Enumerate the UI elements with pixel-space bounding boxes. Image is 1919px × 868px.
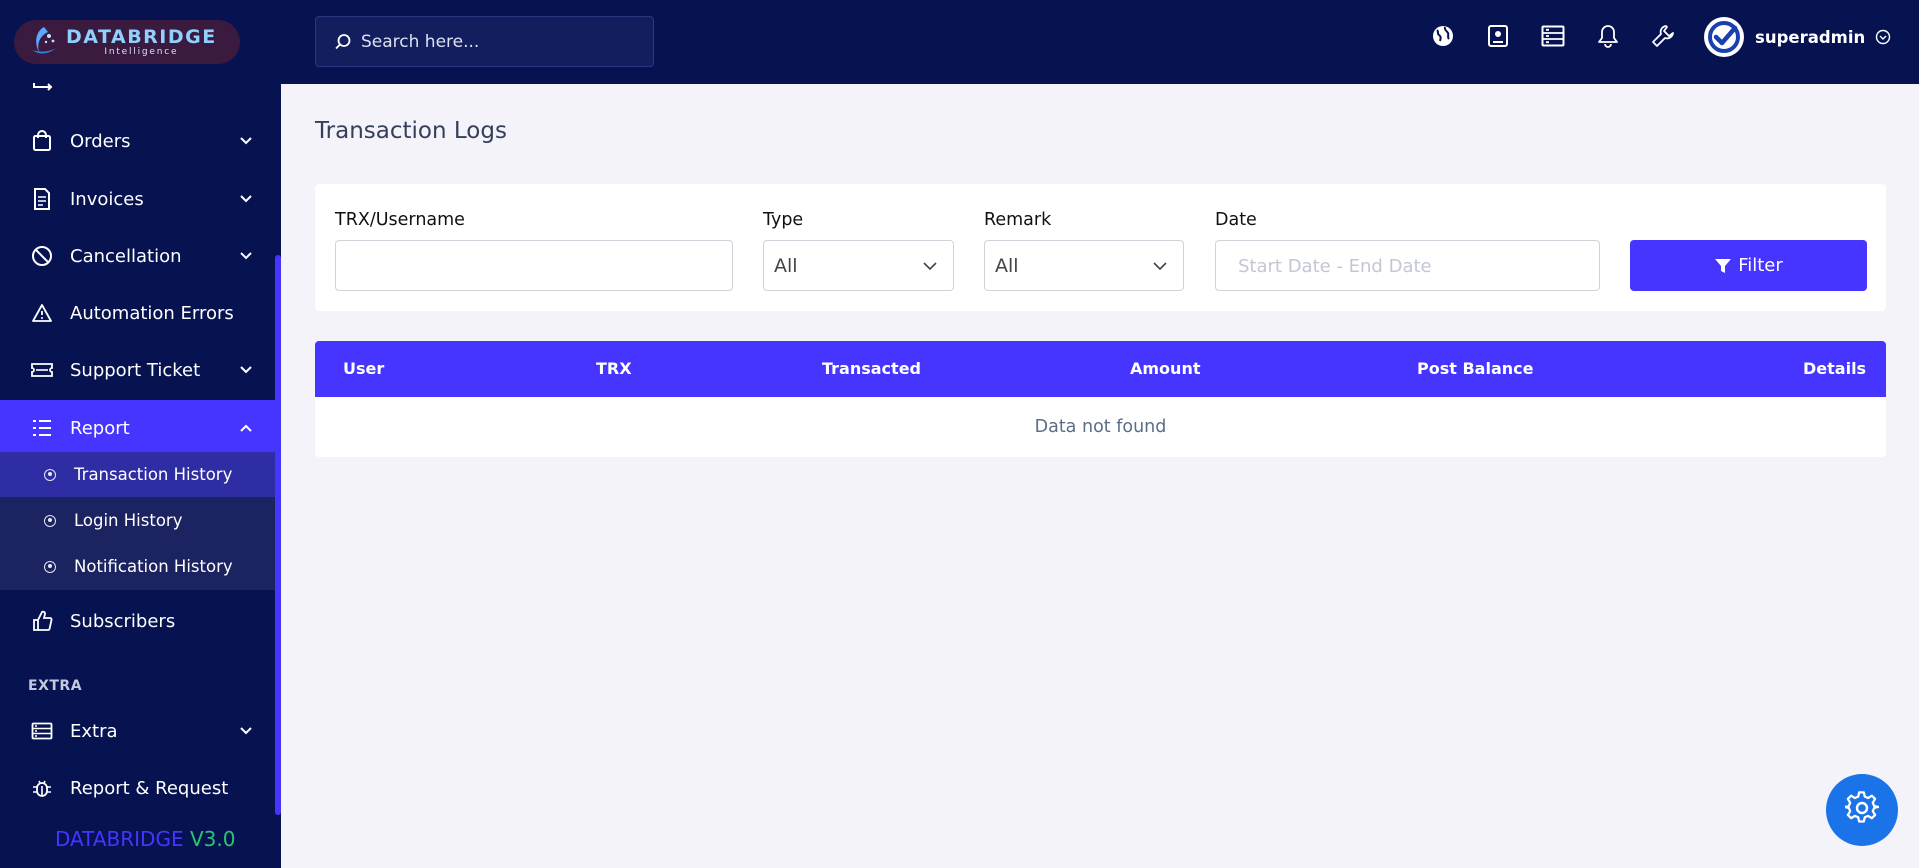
username: superadmin [1755, 27, 1866, 47]
sidebar-scrollbar[interactable] [275, 255, 281, 815]
remark-select-value: All [995, 254, 1019, 277]
remark-label: Remark [984, 210, 1052, 230]
date-range-input[interactable]: Start Date - End Date [1215, 240, 1600, 291]
search-box[interactable] [315, 16, 654, 67]
sidebar-item-orders[interactable]: Orders [0, 113, 275, 169]
sidebar-item-label: Automation Errors [70, 302, 234, 324]
shopping-bag-icon [30, 129, 54, 153]
date-label: Date [1215, 210, 1257, 230]
thumbs-up-icon [30, 609, 54, 633]
chevron-down-icon [238, 133, 254, 149]
ticket-icon [30, 358, 54, 382]
search-icon [334, 33, 352, 51]
warning-icon [30, 301, 54, 325]
chevron-down-icon [238, 362, 254, 378]
search-input[interactable] [361, 26, 631, 57]
sidebar-subitem-login-history[interactable]: Login History [0, 498, 275, 543]
remark-select[interactable]: All [984, 240, 1184, 291]
report-submenu: Transaction History Login History Notifi… [0, 452, 275, 590]
sidebar-item-label: Orders [70, 130, 131, 152]
settings-fab[interactable] [1826, 774, 1898, 846]
sidebar-subitem-notification-history[interactable]: Notification History [0, 544, 275, 589]
bug-icon [30, 776, 54, 800]
type-select[interactable]: All [763, 240, 954, 291]
trx-label: TRX/Username [335, 210, 465, 230]
sidebar-item-label: Subscribers [70, 610, 176, 632]
filter-button[interactable]: Filter [1630, 240, 1867, 291]
sidebar-item-label: Support Ticket [70, 359, 201, 381]
chevron-down-icon [238, 723, 254, 739]
sidebar-item-report[interactable]: Report [0, 400, 275, 456]
sidebar-item-label: Extra [70, 720, 118, 742]
column-header-amount: Amount [1130, 359, 1201, 378]
sidebar-item-report-request[interactable]: Report & Request [0, 760, 275, 816]
table-header: User TRX Transacted Amount Post Balance … [315, 341, 1886, 397]
wrench-icon[interactable] [1649, 22, 1677, 50]
column-header-user: User [343, 359, 385, 378]
avatar [1704, 17, 1744, 57]
chevron-down-icon [238, 191, 254, 207]
column-header-post-balance: Post Balance [1417, 359, 1534, 378]
circle-dot-icon [44, 514, 56, 527]
column-header-transacted: Transacted [822, 359, 921, 378]
page-title: Transaction Logs [315, 118, 507, 144]
funnel-icon [1714, 257, 1732, 275]
sidebar-section-title: EXTRA [28, 678, 83, 694]
brand-name: DATABRIDGE [66, 25, 217, 48]
truncated-nav-icon [30, 80, 58, 94]
chevron-down-circle-icon [1875, 29, 1891, 45]
sidebar-subitem-label: Login History [74, 511, 183, 530]
circle-dot-icon [44, 560, 56, 573]
sidebar-item-invoices[interactable]: Invoices [0, 171, 275, 227]
chevron-down-icon [1151, 257, 1169, 275]
type-label: Type [763, 210, 804, 230]
chevron-down-icon [921, 257, 939, 275]
transactions-table: User TRX Transacted Amount Post Balance … [315, 341, 1886, 457]
column-header-trx: TRX [596, 359, 632, 378]
filter-card: TRX/Username Type All Remark All Date St… [315, 184, 1886, 311]
logo-icon [26, 24, 62, 60]
sidebar-item-extra[interactable]: Extra [0, 703, 275, 759]
sidebar: DATABRIDGE Intelligence Orders Invoices … [0, 0, 281, 868]
version-label: DATABRIDGE V3.0 [55, 827, 235, 851]
date-range-placeholder: Start Date - End Date [1238, 256, 1432, 277]
server-icon[interactable] [1539, 22, 1567, 50]
sidebar-item-label: Report & Request [70, 777, 229, 799]
brand-tagline: Intelligence [104, 46, 179, 57]
brand-logo[interactable]: DATABRIDGE Intelligence [14, 20, 240, 64]
version-brand: DATABRIDGE [55, 827, 184, 851]
gear-icon [1843, 791, 1880, 829]
list-icon [30, 416, 54, 440]
empty-state-text: Data not found [1034, 417, 1167, 437]
column-header-details: Details [1803, 359, 1867, 378]
sidebar-subitem-label: Transaction History [74, 465, 233, 484]
sidebar-subitem-transaction-history[interactable]: Transaction History [0, 452, 275, 497]
sidebar-item-support-ticket[interactable]: Support Ticket [0, 342, 275, 398]
sidebar-subitem-label: Notification History [74, 557, 233, 576]
sidebar-item-automation-errors[interactable]: Automation Errors [0, 285, 275, 341]
chevron-down-icon [238, 248, 254, 264]
invoice-icon [30, 187, 54, 211]
sidebar-item-label: Cancellation [70, 245, 182, 267]
top-header: superadmin [281, 0, 1919, 84]
server-icon [30, 719, 54, 743]
version-number: V3.0 [189, 827, 236, 851]
trx-username-input[interactable] [335, 240, 733, 291]
chevron-up-icon [238, 420, 254, 436]
bell-icon[interactable] [1594, 22, 1622, 50]
sidebar-item-label: Report [70, 417, 130, 439]
type-select-value: All [774, 254, 798, 277]
sidebar-item-subscribers[interactable]: Subscribers [0, 593, 275, 649]
user-menu[interactable]: superadmin [1704, 16, 1891, 58]
report-icon[interactable] [1484, 22, 1512, 50]
sidebar-item-cancellation[interactable]: Cancellation [0, 228, 275, 284]
circle-dot-icon [44, 468, 56, 481]
filter-button-label: Filter [1738, 255, 1783, 276]
ban-icon [30, 244, 54, 268]
sidebar-item-label: Invoices [70, 188, 144, 210]
globe-icon[interactable] [1429, 22, 1457, 50]
